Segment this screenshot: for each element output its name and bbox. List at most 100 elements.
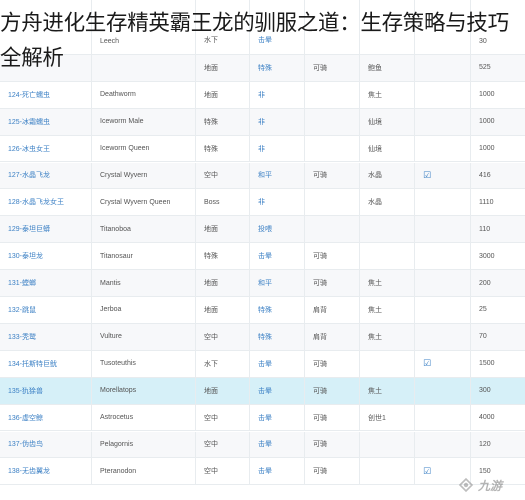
creature-id-link[interactable]: 131-螳螂 (0, 270, 91, 296)
taming-method: 非 (249, 189, 304, 216)
table-row[interactable]: 127-水晶飞龙 Crystal Wyvern 空中 和平 可骑 水晶 ☑ 416 (0, 162, 525, 190)
map-location: 焦土 (359, 297, 414, 323)
creature-english-name: Titanosaur (91, 243, 195, 270)
check-icon (414, 297, 470, 323)
map-location: 仙境 (359, 135, 414, 162)
check-icon (414, 216, 470, 243)
map-location: 焦土 (359, 377, 414, 404)
table-row[interactable]: 130-泰坦龙 Titanosaur 特殊 击晕 可骑 3000 (0, 243, 525, 271)
stat-value: 25 (470, 297, 525, 323)
creature-id-link[interactable]: 128-水晶飞龙女王 (0, 189, 91, 215)
creature-id-link[interactable]: 134-托斯特巨鱿 (0, 351, 91, 377)
table-row[interactable]: 132-跳鼠 Jerboa 地面 特殊 肩背 焦土 25 (0, 297, 525, 324)
creature-type: 空中 (195, 162, 249, 189)
map-location: 焦土 (359, 323, 414, 350)
watermark-logo-icon (458, 477, 474, 493)
table-row[interactable]: 129-泰坦巨蟒 Titanoboa 地面 投喂 110 (0, 216, 525, 244)
ride-status: 可骑 (304, 458, 359, 485)
check-icon (414, 189, 470, 216)
creature-english-name: Titanoboa (91, 216, 195, 243)
check-icon (414, 431, 470, 458)
stat-value: 1000 (470, 81, 525, 108)
taming-method: 和平 (249, 162, 304, 189)
creature-id-link[interactable]: 124-死亡蠕虫 (0, 82, 91, 108)
ride-status (304, 216, 359, 243)
stat-value: 200 (470, 270, 525, 296)
table-row[interactable]: 125-冰霜蠕虫 Iceworm Male 特殊非 仙境 1000 (0, 108, 525, 136)
taming-method: 击晕 (249, 377, 304, 404)
map-location: 焦土 (359, 81, 414, 108)
stat-value: 120 (470, 431, 525, 458)
map-location (359, 216, 414, 243)
creature-id-link[interactable]: 132-跳鼠 (0, 297, 91, 323)
creature-english-name: Morellatops (91, 377, 195, 404)
ride-status: 肩背 (304, 297, 359, 323)
creature-type: 空中 (195, 323, 249, 350)
ride-status: 可骑 (304, 431, 359, 458)
taming-method: 和平 (249, 270, 304, 296)
stat-value: 1000 (470, 108, 525, 135)
map-location: 焦土 (359, 270, 414, 296)
creature-id-link[interactable]: 129-泰坦巨蟒 (0, 216, 91, 242)
stat-value: 416 (470, 162, 525, 189)
ride-status: 可骑 (304, 350, 359, 377)
creature-id-link[interactable]: 137-伪齿鸟 (0, 432, 91, 458)
creature-type: 空中 (195, 458, 249, 485)
creature-id-link[interactable]: 125-冰霜蠕虫 (0, 109, 91, 135)
check-icon: ☑ (414, 350, 470, 377)
creature-english-name: Jerboa (91, 297, 195, 323)
creature-type: 空中 (195, 404, 249, 431)
creature-type: 特殊 (195, 135, 249, 162)
check-icon (414, 270, 470, 296)
creature-type: 地面 (195, 216, 249, 243)
table-row[interactable]: 134-托斯特巨鱿 Tusoteuthis 水下 击晕 可骑 ☑ 1500 (0, 350, 525, 378)
table-row[interactable]: 124-死亡蠕虫 Deathworm 地面非 焦土 1000 (0, 81, 525, 109)
ride-status (304, 189, 359, 216)
creature-type: 空中 (195, 431, 249, 458)
creature-type: 水下 (195, 350, 249, 377)
creature-english-name: Crystal Wyvern (91, 162, 195, 189)
table-row[interactable]: 126-冰虫女王 Iceworm Queen 特殊非 仙境 1000 (0, 135, 525, 163)
creature-english-name: Astrocetus (91, 404, 195, 431)
creature-type: Boss (195, 189, 249, 216)
taming-method: 投喂 (249, 216, 304, 243)
table-row[interactable]: 128-水晶飞龙女王 Crystal Wyvern Queen Boss 非 水晶 111… (0, 189, 525, 217)
watermark-text: 九游 (478, 478, 503, 493)
table-row[interactable]: 131-螳螂 Mantis 地面 和平 可骑 焦土 200 (0, 270, 525, 297)
check-icon (414, 81, 470, 108)
ride-status: 可骑 (304, 162, 359, 189)
table-row[interactable]: 136-虚空鲸 Astrocetus 空中 击晕 可骑 创世1 4000 (0, 404, 525, 432)
creature-id-link[interactable]: 136-虚空鲸 (0, 405, 91, 431)
check-icon (414, 108, 470, 135)
creature-id-link[interactable]: 130-泰坦龙 (0, 243, 91, 269)
stat-value: 70 (470, 323, 525, 350)
table-row[interactable]: 135-犰狳兽 Morellatops 地面 击晕 可骑 焦土 300 (0, 377, 525, 405)
map-location: 仙境 (359, 108, 414, 135)
creature-id-link[interactable]: 133-秃鹫 (0, 324, 91, 350)
taming-method: 非 (249, 81, 304, 108)
creature-type: 地面 (195, 270, 249, 296)
taming-method: 击晕 (249, 404, 304, 431)
check-icon (414, 323, 470, 350)
creature-id-link[interactable]: 126-冰虫女王 (0, 136, 91, 162)
table-row[interactable]: 137-伪齿鸟 Pelagornis 空中 击晕 可骑 120 (0, 431, 525, 459)
creature-english-name: Iceworm Queen (91, 135, 195, 162)
creature-english-name: Pelagornis (91, 431, 195, 458)
taming-method: 击晕 (249, 243, 304, 270)
creature-id-link[interactable]: 138-无齿翼龙 (0, 458, 91, 484)
creature-id-link[interactable]: 135-犰狳兽 (0, 378, 91, 404)
ride-status (304, 135, 359, 162)
creature-english-name: Deathworm (91, 81, 195, 108)
check-icon: ☑ (414, 162, 470, 189)
ride-status: 肩背 (304, 323, 359, 350)
check-icon (414, 404, 470, 431)
stat-value: 1110 (470, 189, 525, 216)
check-icon (414, 243, 470, 270)
creature-english-name: Mantis (91, 270, 195, 296)
creature-id-link[interactable]: 127-水晶飞龙 (0, 163, 91, 189)
map-location (359, 431, 414, 458)
table-row[interactable]: 133-秃鹫 Vulture 空中 特殊 肩背 焦土 70 (0, 323, 525, 351)
map-location: 水晶 (359, 162, 414, 189)
table-row[interactable]: 138-无齿翼龙 Pteranodon 空中 击晕 可骑 ☑ 150 (0, 458, 525, 486)
stat-value: 1500 (470, 350, 525, 377)
